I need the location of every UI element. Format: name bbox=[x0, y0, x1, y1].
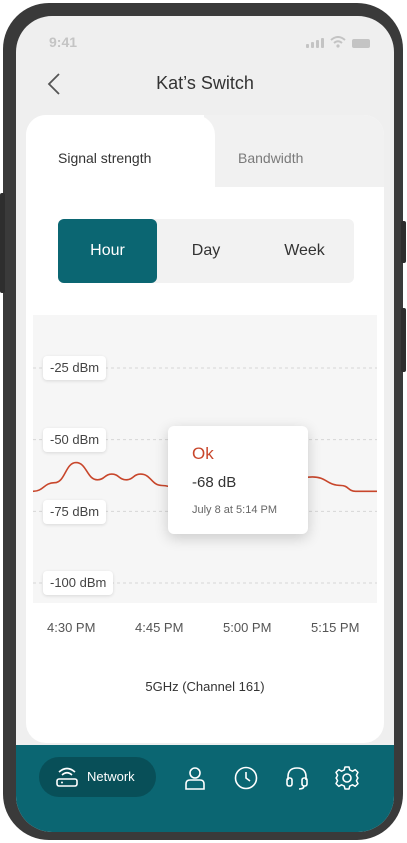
side-button bbox=[0, 193, 5, 293]
x-tick-label: 5:15 PM bbox=[311, 620, 360, 635]
status-time: 9:41 bbox=[49, 34, 78, 50]
y-tick-label: -50 dBm bbox=[43, 428, 107, 452]
side-button bbox=[401, 221, 406, 263]
x-tick-label: 4:30 PM bbox=[47, 620, 96, 635]
wifi-icon bbox=[330, 36, 346, 48]
nav-support-button[interactable] bbox=[284, 765, 310, 791]
range-day-button[interactable]: Day bbox=[157, 219, 255, 283]
gear-icon bbox=[335, 766, 359, 790]
battery-icon bbox=[352, 39, 370, 48]
nav-profile-button[interactable] bbox=[182, 765, 208, 791]
y-tick-label: -75 dBm bbox=[43, 500, 107, 524]
signal-card: Signal strength Bandwidth Hour Day Week … bbox=[26, 115, 384, 743]
user-icon bbox=[185, 767, 205, 790]
time-range-selector: Hour Day Week bbox=[58, 219, 354, 283]
status-bar: 9:41 bbox=[16, 16, 394, 62]
tooltip-status: Ok bbox=[192, 444, 214, 463]
x-tick-label: 5:00 PM bbox=[223, 620, 272, 635]
side-button bbox=[401, 308, 406, 372]
tab-curve bbox=[205, 173, 223, 189]
cellular-signal-icon bbox=[306, 38, 324, 48]
nav-network-button[interactable]: Network bbox=[39, 757, 156, 797]
tooltip-value: -68 dB bbox=[192, 474, 237, 491]
x-axis-labels: 4:30 PM 4:45 PM 5:00 PM 5:15 PM bbox=[26, 620, 384, 640]
nav-settings-button[interactable] bbox=[334, 765, 360, 791]
range-hour-button[interactable]: Hour bbox=[58, 219, 157, 283]
x-tick-label: 4:45 PM bbox=[135, 620, 184, 635]
page-title: Kat’s Switch bbox=[156, 73, 254, 93]
router-icon bbox=[56, 767, 78, 787]
header: Kat’s Switch bbox=[16, 66, 394, 102]
tab-signal-strength[interactable]: Signal strength bbox=[58, 150, 151, 166]
tab-bandwidth[interactable]: Bandwidth bbox=[238, 150, 303, 166]
signal-chart: -25 dBm -50 dBm -75 dBm -100 dBm Ok -68 … bbox=[33, 315, 377, 603]
y-tick-label: -25 dBm bbox=[43, 356, 107, 380]
screen: 9:41 Kat’s Switch Signal strength Bandwi… bbox=[16, 16, 394, 832]
chart-tooltip: Ok -68 dB July 8 at 5:14 PM bbox=[168, 426, 308, 534]
phone-frame: 9:41 Kat’s Switch Signal strength Bandwi… bbox=[0, 3, 406, 840]
clock-icon bbox=[234, 766, 258, 790]
range-week-button[interactable]: Week bbox=[255, 219, 354, 283]
band-label: 5GHz (Channel 161) bbox=[145, 679, 265, 694]
headset-icon bbox=[286, 767, 308, 790]
y-tick-label: -100 dBm bbox=[43, 571, 114, 595]
tooltip-time: July 8 at 5:14 PM bbox=[192, 504, 277, 516]
bottom-nav: Network bbox=[16, 745, 394, 832]
nav-history-button[interactable] bbox=[233, 765, 259, 791]
status-icons bbox=[306, 36, 370, 48]
nav-network-label: Network bbox=[87, 769, 135, 784]
